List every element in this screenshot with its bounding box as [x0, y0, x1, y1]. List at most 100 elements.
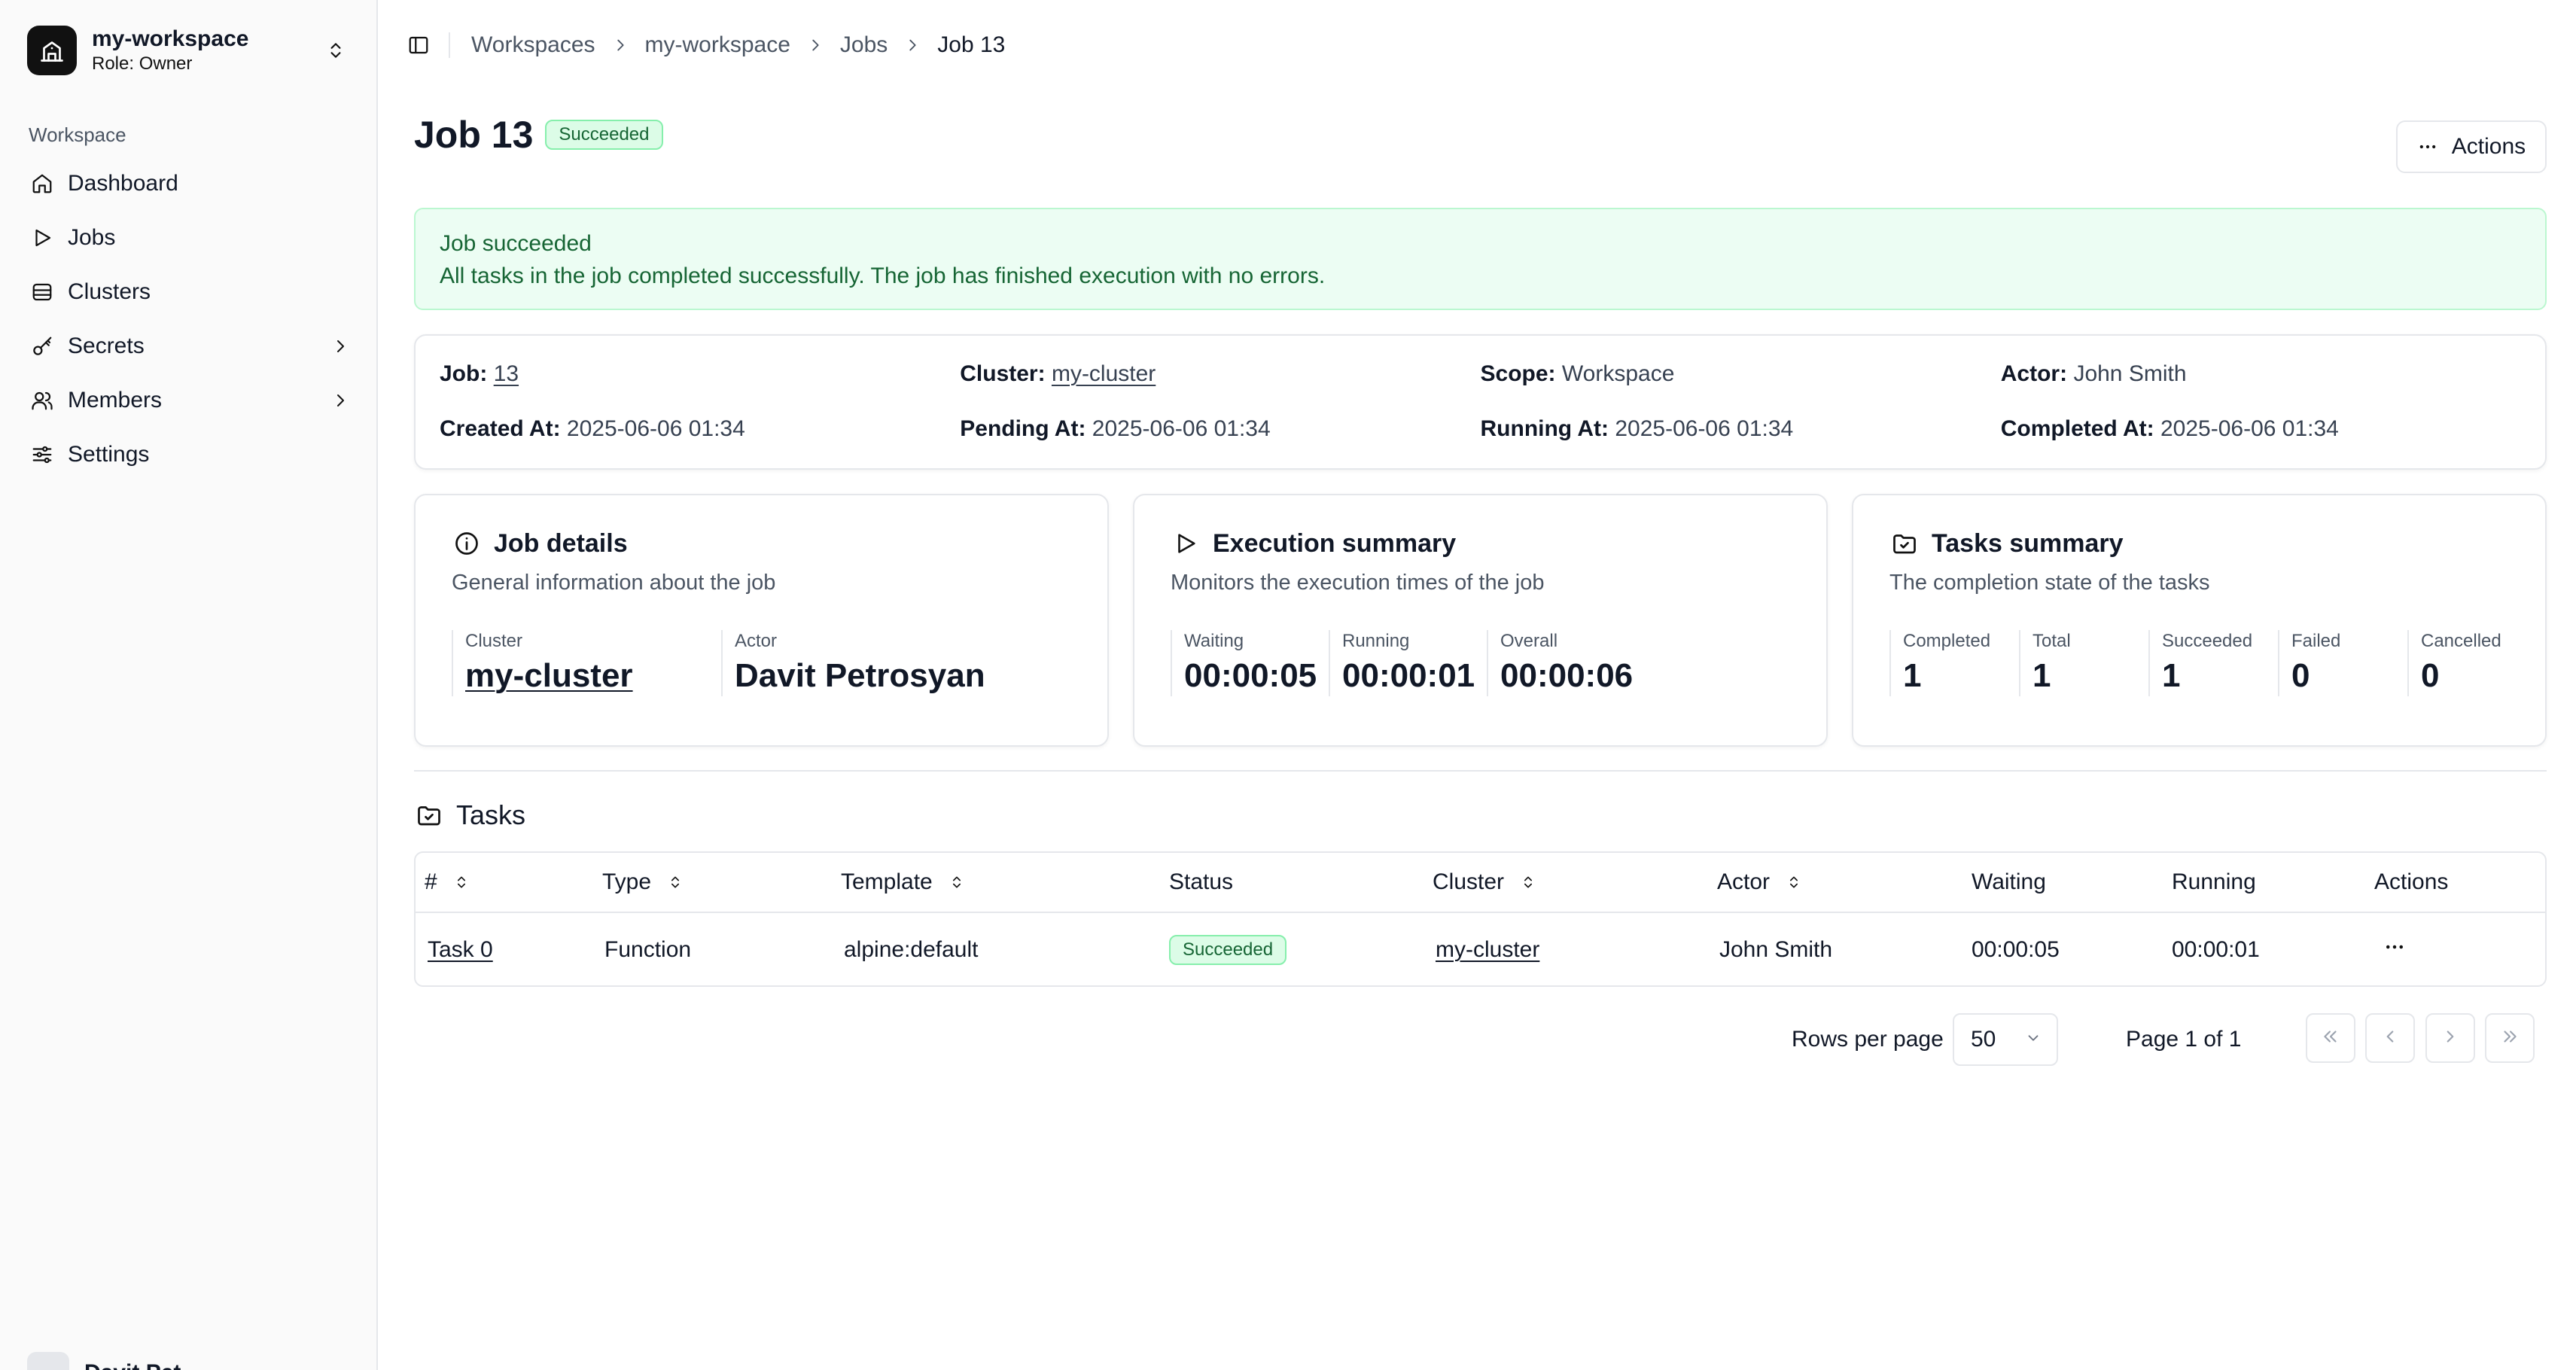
- task-link[interactable]: Task 0: [428, 937, 493, 963]
- stat-cancelled: Cancelled 0: [2407, 630, 2501, 696]
- card-title: Execution summary: [1213, 528, 1457, 558]
- sidebar-item-label: Jobs: [68, 225, 116, 250]
- column-label: Template: [841, 869, 933, 894]
- info-icon: [452, 528, 482, 559]
- stat-value: 00:00:01: [1342, 657, 1475, 694]
- sidebar: my-workspace Role: Owner Workspace Dashb…: [0, 0, 378, 1370]
- sidebar-toggle-icon[interactable]: [403, 30, 434, 60]
- sidebar-item-members[interactable]: Members: [23, 373, 354, 428]
- more-horizontal-icon: [2383, 936, 2406, 964]
- sort-icon: [668, 875, 683, 890]
- workspace-switcher[interactable]: my-workspace Role: Owner: [27, 26, 351, 75]
- alert-title: Job succeeded: [440, 231, 592, 256]
- workspace-logo-icon: [27, 26, 77, 75]
- cluster-link[interactable]: my-cluster: [465, 656, 721, 696]
- play-icon: [29, 224, 56, 251]
- column-label: Actor: [1717, 869, 1771, 894]
- meta-scope-value: Workspace: [1561, 361, 1675, 386]
- stat-value: Davit Petrosyan: [735, 657, 985, 694]
- user-menu[interactable]: Davit Pet: [27, 1352, 181, 1370]
- avatar: [27, 1352, 69, 1370]
- stat-waiting: Waiting 00:00:05: [1171, 630, 1329, 696]
- first-page-button[interactable]: [2306, 1013, 2355, 1063]
- stat-cluster: Cluster my-cluster: [452, 630, 721, 696]
- folder-check-icon: [1889, 528, 1920, 559]
- divider: [414, 770, 2547, 772]
- sliders-icon: [29, 441, 56, 468]
- table-row: Task 0 Function alpine:default Succeeded…: [416, 913, 2545, 985]
- stat-overall: Overall 00:00:06: [1487, 630, 1633, 696]
- pagination: Rows per page 50 Page 1 of 1: [414, 1013, 2547, 1066]
- sidebar-item-label: Dashboard: [68, 171, 178, 196]
- sort-icon: [1786, 875, 1801, 890]
- meta-actor-label: Actor:: [2000, 361, 2068, 386]
- stat-label: Cluster: [465, 631, 523, 651]
- execution-summary-card: Execution summary Monitors the execution…: [1133, 494, 1828, 747]
- rows-per-page-label: Rows per page: [1792, 1027, 1944, 1052]
- stat-value: 1: [2162, 657, 2181, 694]
- column-header-number[interactable]: #: [425, 853, 469, 912]
- last-page-button[interactable]: [2485, 1013, 2535, 1063]
- card-subtitle: The completion state of the tasks: [1889, 571, 2210, 595]
- stat-label: Waiting: [1184, 631, 1244, 651]
- stat-failed: Failed 0: [2278, 630, 2407, 696]
- tasks-table: # Type Template Status Cluster Actor Wai…: [414, 851, 2547, 987]
- column-label: Cluster: [1433, 869, 1505, 894]
- alert-description: All tasks in the job completed successfu…: [440, 263, 1326, 288]
- cluster-link[interactable]: my-cluster: [1436, 937, 1539, 963]
- chevron-right-icon: [807, 37, 824, 53]
- meta-actor: Actor: John Smith: [2001, 358, 2521, 391]
- job-meta-panel: Job: 13 Cluster: my-cluster Scope: Works…: [414, 334, 2547, 470]
- meta-cluster-label: Cluster:: [960, 361, 1046, 386]
- table-header-row: # Type Template Status Cluster Actor Wai…: [416, 853, 2545, 913]
- meta-scope-label: Scope:: [1480, 361, 1556, 386]
- home-icon: [29, 170, 56, 197]
- job-link[interactable]: 13: [494, 361, 519, 386]
- sidebar-item-settings[interactable]: Settings: [23, 428, 354, 482]
- cluster-link[interactable]: my-cluster: [1052, 361, 1156, 386]
- sidebar-item-label: Secrets: [68, 333, 145, 358]
- meta-running-label: Running At:: [1480, 416, 1609, 441]
- task-waiting: 00:00:05: [1972, 937, 2060, 962]
- stat-value: 00:00:05: [1184, 657, 1317, 694]
- column-header-template[interactable]: Template: [841, 853, 964, 912]
- column-header-type[interactable]: Type: [602, 853, 683, 912]
- task-running: 00:00:01: [2172, 937, 2260, 962]
- sidebar-item-jobs[interactable]: Jobs: [23, 211, 354, 265]
- row-actions-button[interactable]: [2383, 913, 2406, 985]
- previous-page-button[interactable]: [2365, 1013, 2415, 1063]
- sidebar-item-dashboard[interactable]: Dashboard: [23, 157, 354, 211]
- actions-button[interactable]: Actions: [2396, 120, 2547, 173]
- meta-pending: Pending At: 2025-06-06 01:34: [960, 413, 1480, 446]
- database-icon: [29, 279, 56, 306]
- meta-pending-value: 2025-06-06 01:34: [1092, 416, 1271, 441]
- status-badge: Succeeded: [545, 120, 663, 150]
- breadcrumb-workspace[interactable]: my-workspace: [645, 32, 790, 58]
- breadcrumb-workspaces[interactable]: Workspaces: [471, 32, 595, 58]
- chevron-right-icon: [2441, 1027, 2460, 1050]
- column-label: Waiting: [1972, 869, 2046, 894]
- tasks-section-title: Tasks: [456, 799, 526, 830]
- more-horizontal-icon: [2417, 136, 2438, 157]
- sort-icon: [949, 875, 964, 890]
- column-header-cluster[interactable]: Cluster: [1433, 853, 1536, 912]
- stat-label: Running: [1342, 631, 1410, 651]
- stat-label: Completed: [1903, 631, 1991, 651]
- page-header: Job 13 Succeeded: [414, 113, 663, 157]
- chevron-left-icon: [2380, 1027, 2400, 1050]
- next-page-button[interactable]: [2425, 1013, 2475, 1063]
- meta-scope: Scope: Workspace: [1481, 358, 2001, 391]
- meta-job: Job: 13: [440, 358, 960, 391]
- meta-created-label: Created At:: [440, 416, 561, 441]
- stat-value: 0: [2291, 657, 2310, 694]
- rows-per-page-value: 50: [1971, 1027, 1996, 1052]
- stat-label: Cancelled: [2421, 631, 2501, 651]
- breadcrumb-jobs[interactable]: Jobs: [840, 32, 888, 58]
- sidebar-item-secrets[interactable]: Secrets: [23, 319, 354, 373]
- column-header-running: Running: [2172, 853, 2256, 912]
- meta-completed: Completed At: 2025-06-06 01:34: [2001, 413, 2521, 446]
- sidebar-item-clusters[interactable]: Clusters: [23, 265, 354, 319]
- rows-per-page-select[interactable]: 50: [1953, 1013, 2058, 1066]
- column-label: Running: [2172, 869, 2256, 894]
- column-header-actor[interactable]: Actor: [1717, 853, 1801, 912]
